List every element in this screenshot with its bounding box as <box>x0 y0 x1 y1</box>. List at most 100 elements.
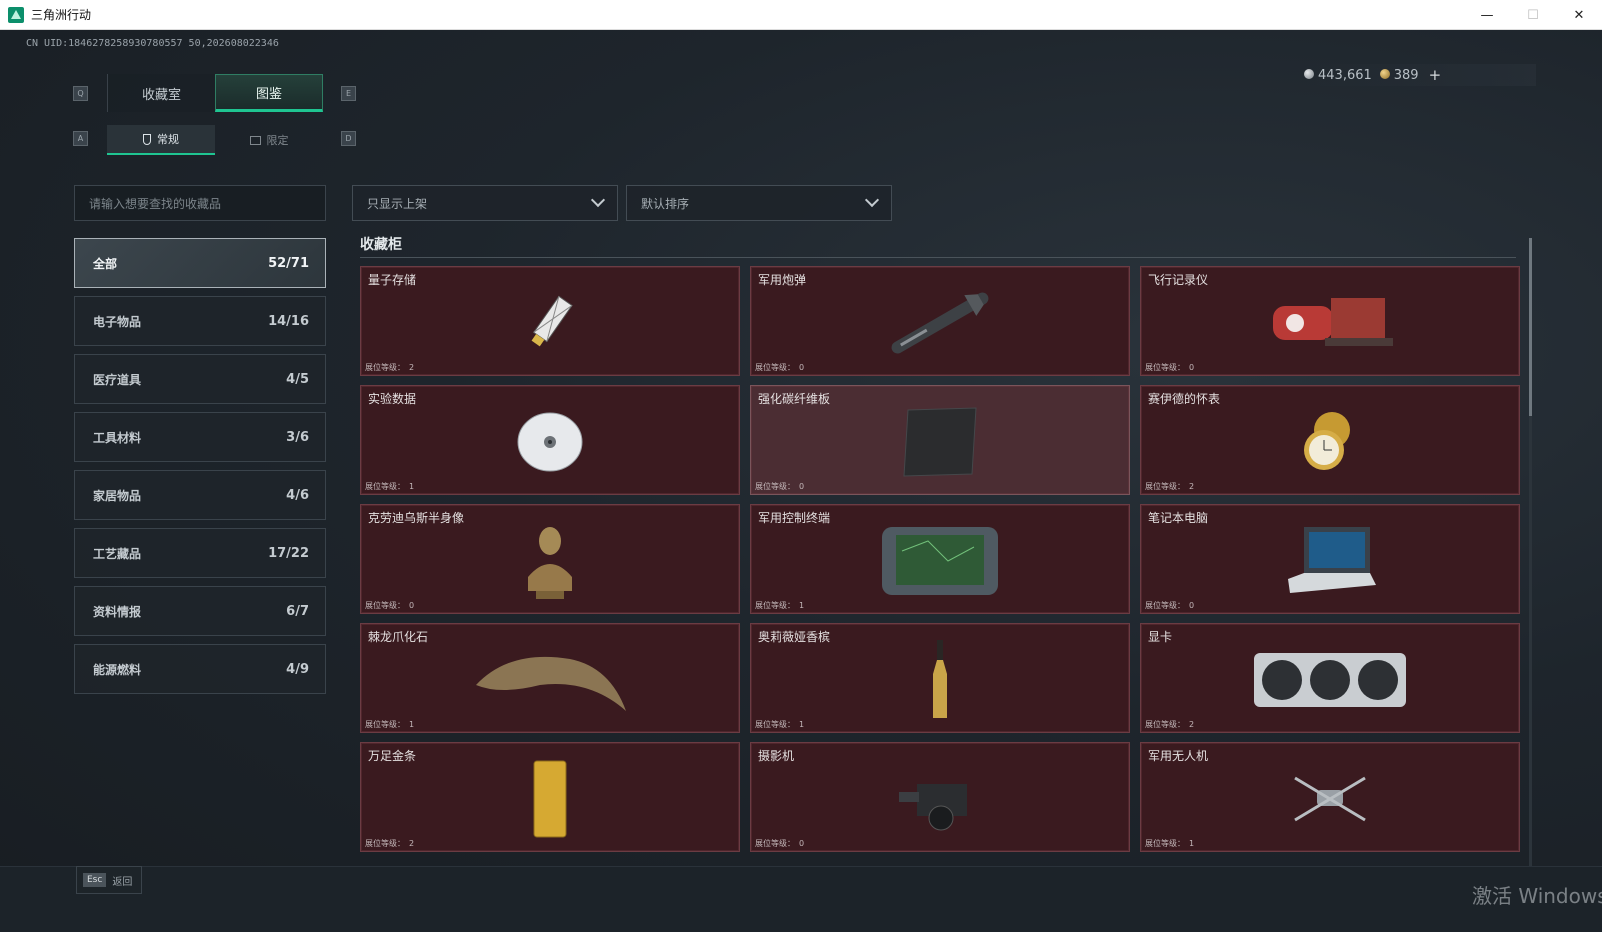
item-level: 展位等级： 1 <box>755 720 805 729</box>
item-card[interactable]: 飞行记录仪 展位等级： 0 <box>1140 266 1520 376</box>
item-name: 飞行记录仪 <box>1148 273 1209 287</box>
category-label: 资料情报 <box>93 604 142 619</box>
item-card[interactable]: 军用控制终端 展位等级： 1 <box>750 504 1130 614</box>
category-medical[interactable]: 医疗道具 4/5 <box>74 354 326 404</box>
maximize-button[interactable]: ☐ <box>1510 0 1556 30</box>
item-card[interactable]: 奥莉薇娅香槟 展位等级： 1 <box>750 623 1130 733</box>
display-filter-dropdown[interactable]: 只显示上架 <box>352 185 618 221</box>
key-hint-a: A <box>73 131 88 146</box>
user-uid: CN UID:1846278258930780557 50,2026080223… <box>26 38 279 49</box>
display-filter-value: 只显示上架 <box>367 196 428 211</box>
item-name: 万足金条 <box>368 749 417 763</box>
item-card[interactable]: 棘龙爪化石 展位等级： 1 <box>360 623 740 733</box>
usb-drive-icon <box>531 295 573 347</box>
item-card[interactable]: 摄影机 展位等级： 0 <box>750 742 1130 852</box>
category-count: 6/7 <box>286 603 309 619</box>
gold-balance: 389 <box>1379 68 1419 83</box>
subtab-limited-label: 限定 <box>266 134 289 147</box>
category-crafts[interactable]: 工艺藏品 17/22 <box>74 528 326 578</box>
category-count: 14/16 <box>268 313 309 329</box>
close-button[interactable]: ✕ <box>1556 0 1602 30</box>
item-name: 量子存储 <box>368 273 417 287</box>
esc-key-hint: Esc <box>83 873 107 887</box>
category-household[interactable]: 家居物品 4/6 <box>74 470 326 520</box>
tab-collection-room[interactable]: 收藏室 <box>107 74 215 112</box>
app-logo-icon <box>8 6 24 23</box>
item-level: 展位等级： 2 <box>1145 482 1195 491</box>
item-level: 展位等级： 0 <box>365 601 415 610</box>
category-all[interactable]: 全部 52/71 <box>74 238 326 288</box>
graphics-card-icon <box>1254 653 1406 708</box>
category-count: 3/6 <box>286 429 309 445</box>
item-name: 显卡 <box>1148 630 1173 644</box>
section-title: 收藏柜 <box>360 237 402 253</box>
item-level: 展位等级： 1 <box>365 482 415 491</box>
item-name: 军用炮弹 <box>758 273 807 287</box>
category-energy[interactable]: 能源燃料 4/9 <box>74 644 326 694</box>
windows-activation-watermark: 激活 Windows <box>1472 884 1602 908</box>
chevron-down-icon <box>590 192 606 208</box>
disc-icon <box>517 412 583 472</box>
item-card[interactable]: 万足金条 展位等级： 2 <box>360 742 740 852</box>
item-level: 展位等级： 2 <box>1145 720 1195 729</box>
item-level: 展位等级： 0 <box>1145 601 1195 610</box>
category-label: 医疗道具 <box>93 372 142 387</box>
gold-coin-icon <box>1379 68 1390 79</box>
tab-catalog[interactable]: 图鉴 <box>215 74 323 112</box>
item-name: 强化碳纤维板 <box>758 392 831 406</box>
window-controls: — ☐ ✕ <box>1464 0 1602 30</box>
category-tools[interactable]: 工具材料 3/6 <box>74 412 326 462</box>
flask-icon <box>143 133 151 145</box>
flight-recorder-icon <box>1273 298 1393 347</box>
section-divider <box>360 257 1516 258</box>
item-card[interactable]: 实验数据 展位等级： 1 <box>360 385 740 495</box>
item-card[interactable]: 强化碳纤维板 展位等级： 0 <box>750 385 1130 495</box>
item-name: 笔记本电脑 <box>1148 511 1209 525</box>
window-titlebar: 三角洲行动 — ☐ ✕ <box>0 0 1602 30</box>
missile-icon <box>891 292 989 354</box>
claw-fossil-icon <box>476 656 626 712</box>
item-card[interactable]: 笔记本电脑 展位等级： 0 <box>1140 504 1520 614</box>
category-label: 工艺藏品 <box>93 546 142 561</box>
category-label: 电子物品 <box>93 314 142 329</box>
subtab-limited[interactable]: 限定 <box>215 125 323 155</box>
item-name: 军用控制终端 <box>758 511 831 525</box>
item-card[interactable]: 军用炮弹 展位等级： 0 <box>750 266 1130 376</box>
pocket-watch-icon <box>1304 412 1350 471</box>
item-name: 军用无人机 <box>1148 749 1209 763</box>
bottom-bar <box>0 866 1602 932</box>
item-name: 赛伊德的怀表 <box>1148 392 1221 406</box>
control-terminal-icon <box>882 527 998 596</box>
category-electronics[interactable]: 电子物品 14/16 <box>74 296 326 346</box>
item-level: 展位等级： 1 <box>365 720 415 729</box>
camera-icon <box>899 784 967 831</box>
item-card[interactable]: 克劳迪乌斯半身像 展位等级： 0 <box>360 504 740 614</box>
item-card[interactable]: 显卡 展位等级： 2 <box>1140 623 1520 733</box>
silver-coin-icon <box>1304 68 1314 79</box>
search-input[interactable]: 请输入想要查找的收藏品 <box>74 185 326 221</box>
category-count: 4/5 <box>286 371 309 387</box>
item-level: 展位等级： 2 <box>365 363 415 372</box>
sort-dropdown[interactable]: 默认排序 <box>626 185 892 221</box>
bust-icon <box>528 527 572 600</box>
subtab-regular[interactable]: 常规 <box>107 125 215 155</box>
item-card[interactable]: 赛伊德的怀表 展位等级： 2 <box>1140 385 1520 495</box>
item-card[interactable]: 量子存储 展位等级： 2 <box>360 266 740 376</box>
item-name: 克劳迪乌斯半身像 <box>368 511 465 525</box>
item-level: 展位等级： 0 <box>1145 363 1195 372</box>
scrollbar-thumb[interactable] <box>1529 238 1532 416</box>
add-currency-button[interactable]: + <box>1429 66 1442 84</box>
category-label: 能源燃料 <box>93 662 142 677</box>
picture-icon <box>249 135 261 145</box>
key-hint-d: D <box>341 131 356 146</box>
item-card[interactable]: 军用无人机 展位等级： 1 <box>1140 742 1520 852</box>
category-list: 全部 52/71 电子物品 14/16 医疗道具 4/5 工具材料 3/6 家居… <box>74 238 326 702</box>
gold-bar-icon <box>533 760 567 838</box>
champagne-icon <box>933 640 947 719</box>
silver-balance: 443,661 <box>1304 68 1372 83</box>
category-intel[interactable]: 资料情报 6/7 <box>74 586 326 636</box>
currency-display: 443,661 389 + <box>1304 64 1536 86</box>
back-button[interactable]: Esc 返回 <box>76 866 142 894</box>
item-name: 摄影机 <box>758 749 795 763</box>
minimize-button[interactable]: — <box>1464 0 1510 30</box>
